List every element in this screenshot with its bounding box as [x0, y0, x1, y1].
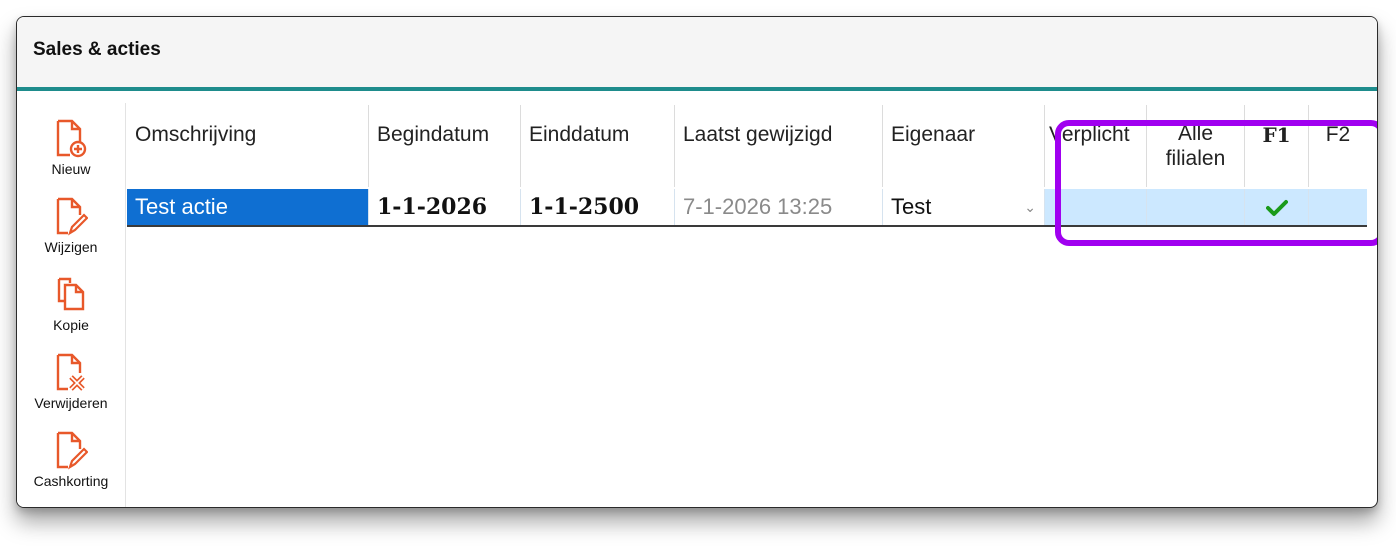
column-header-f1[interactable]: F1	[1245, 105, 1309, 187]
alle-filialen-line1: Alle	[1177, 122, 1214, 145]
delete-document-icon	[56, 353, 85, 391]
title-bar: Sales & acties	[17, 17, 1377, 91]
column-header-verplicht[interactable]: Verplicht	[1045, 105, 1147, 187]
edit-document-icon	[56, 197, 88, 236]
cell-omschrijving[interactable]: Test actie	[127, 189, 369, 225]
delete-button-label: Verwijderen	[34, 395, 108, 411]
cell-f1[interactable]	[1245, 189, 1309, 225]
cashkorting-button[interactable]: Cashkorting	[17, 425, 125, 501]
column-header-omschrijving[interactable]: Omschrijving	[127, 105, 369, 187]
column-header-alle-filialen[interactable]: Alle filialen	[1147, 105, 1245, 187]
cell-laatst-gewijzigd: 7-1-2026 13:25	[675, 189, 883, 225]
toolbar-divider	[125, 103, 126, 507]
cell-begindatum[interactable]: 1-1-2026	[369, 189, 521, 225]
eigenaar-value: Test	[891, 194, 932, 219]
column-header-laatst-gewijzigd[interactable]: Laatst gewijzigd	[675, 105, 883, 187]
table-row[interactable]: Test actie 1-1-2026 1-1-2500 7-1-2026 13…	[127, 189, 1367, 227]
edit-document-icon	[56, 431, 88, 470]
actions-table: Omschrijving Begindatum Einddatum Laatst…	[127, 105, 1367, 229]
copy-button[interactable]: Kopie	[17, 269, 125, 345]
checkmark-icon	[1265, 200, 1288, 216]
alle-filialen-line2: filialen	[1165, 147, 1226, 170]
side-toolbar: Nieuw Wijzigen Kopie Verwijderen Cashkor…	[17, 91, 125, 507]
new-document-icon	[56, 119, 87, 158]
column-header-begindatum[interactable]: Begindatum	[369, 105, 521, 187]
new-button[interactable]: Nieuw	[17, 113, 125, 189]
copy-button-label: Kopie	[53, 317, 89, 333]
cell-alle-filialen[interactable]	[1147, 189, 1245, 225]
column-header-einddatum[interactable]: Einddatum	[521, 105, 675, 187]
cell-f2[interactable]	[1309, 189, 1367, 225]
cashkorting-button-label: Cashkorting	[33, 473, 109, 489]
edit-button-label: Wijzigen	[44, 239, 98, 255]
edit-button[interactable]: Wijzigen	[17, 191, 125, 267]
cell-verplicht[interactable]	[1045, 189, 1147, 225]
column-header-f2[interactable]: F2	[1309, 105, 1367, 187]
column-header-eigenaar[interactable]: Eigenaar	[883, 105, 1045, 187]
sales-acties-window: Sales & acties Nieuw Wijzigen Kopie Verw…	[16, 16, 1378, 508]
window-title: Sales & acties	[33, 39, 161, 60]
copy-document-icon	[57, 277, 85, 311]
delete-button[interactable]: Verwijderen	[17, 347, 125, 423]
new-button-label: Nieuw	[51, 161, 91, 177]
chevron-down-icon[interactable]: ⌄	[1024, 189, 1036, 225]
cell-einddatum[interactable]: 1-1-2500	[521, 189, 675, 225]
cell-eigenaar[interactable]: Test ⌄	[883, 189, 1045, 225]
